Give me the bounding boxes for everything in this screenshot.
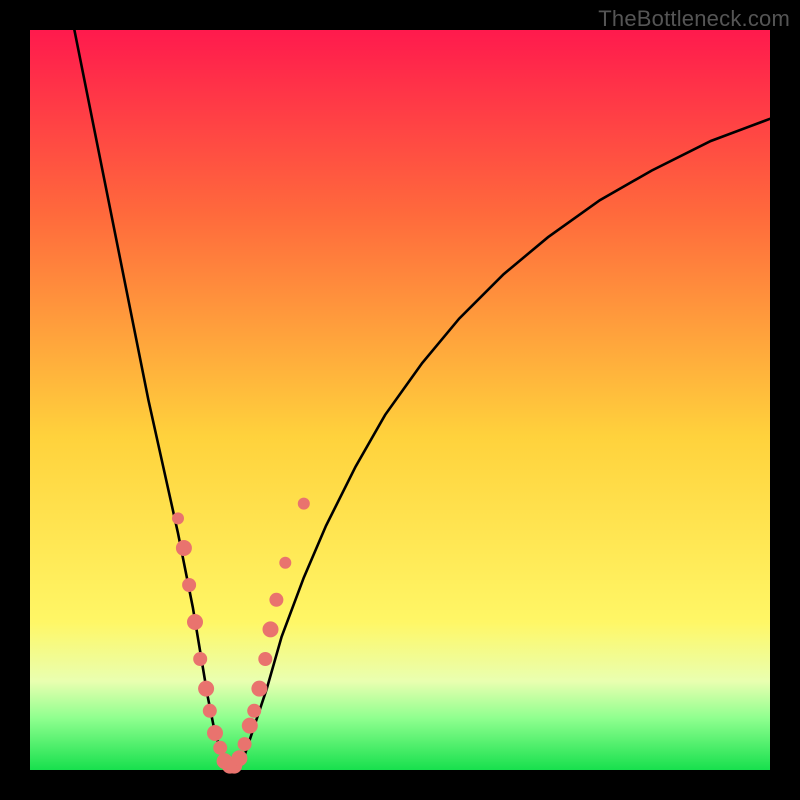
marker-dot	[182, 578, 196, 592]
watermark-text: TheBottleneck.com	[598, 6, 790, 32]
marker-dot	[298, 498, 310, 510]
chart-frame: TheBottleneck.com	[0, 0, 800, 800]
chart-svg	[30, 30, 770, 770]
marker-dot	[269, 593, 283, 607]
marker-dot	[231, 750, 247, 766]
marker-dot	[247, 704, 261, 718]
bottleneck-curve-path	[74, 30, 770, 766]
marker-dot	[258, 652, 272, 666]
marker-dot	[263, 621, 279, 637]
marker-dot	[213, 741, 227, 755]
marker-dot	[187, 614, 203, 630]
marker-dot	[172, 512, 184, 524]
marker-dot	[176, 540, 192, 556]
marker-dot	[238, 737, 252, 751]
marker-dot	[242, 718, 258, 734]
marker-dot	[198, 681, 214, 697]
marker-dot	[203, 704, 217, 718]
marker-dot	[251, 681, 267, 697]
chart-plot-area	[30, 30, 770, 770]
marker-dot	[207, 725, 223, 741]
marker-group	[172, 498, 310, 774]
marker-dot	[193, 652, 207, 666]
marker-dot	[279, 557, 291, 569]
